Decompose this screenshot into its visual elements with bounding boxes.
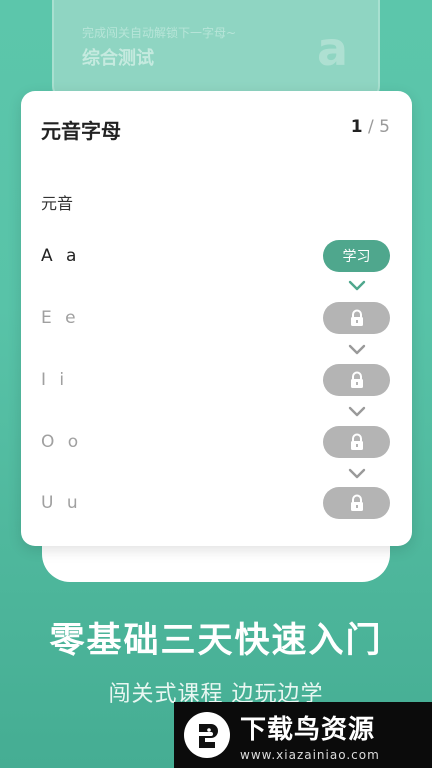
lock-icon xyxy=(350,494,363,511)
letter-pair: U u xyxy=(41,493,82,513)
letter-row-i: I i xyxy=(21,364,412,398)
learn-button[interactable]: 学习 xyxy=(323,240,390,272)
watermark-banner: 下载鸟资源 www.xiazainiao.com xyxy=(174,702,432,768)
section-label: 元音 xyxy=(41,194,74,213)
background-card-letter: a xyxy=(316,22,348,76)
letter-row-o: O o xyxy=(21,426,412,460)
chevron-down-icon xyxy=(348,468,366,479)
background-card-title: 综合测试 xyxy=(82,48,154,69)
letter-row-a: A a 学习 xyxy=(21,240,412,274)
letter-pair: O o xyxy=(41,432,83,452)
lock-icon xyxy=(350,309,363,326)
letter-row-e: E e xyxy=(21,302,412,336)
watermark-url: www.xiazainiao.com xyxy=(240,747,380,762)
background-card-hint: 完成闯关自动解锁下一字母~ xyxy=(82,26,237,40)
page-current: 1 xyxy=(350,117,363,137)
letter-pair: A a xyxy=(41,246,81,266)
bird-logo-icon xyxy=(184,712,230,758)
chevron-down-icon xyxy=(348,344,366,355)
locked-button[interactable] xyxy=(323,426,390,458)
locked-button[interactable] xyxy=(323,302,390,334)
locked-button[interactable] xyxy=(323,364,390,396)
letter-pair: E e xyxy=(41,308,80,328)
letter-row-u: U u xyxy=(21,487,412,521)
slogan-headline: 零基础三天快速入门 xyxy=(49,621,383,661)
chevron-down-icon xyxy=(348,280,366,291)
letter-pair: I i xyxy=(41,370,69,390)
page-total: 5 xyxy=(379,117,390,137)
page-separator: / xyxy=(368,117,374,137)
chevron-down-icon xyxy=(348,406,366,417)
lesson-card: 元音字母 1 / 5 元音 A a 学习 E e I i O o U u xyxy=(21,91,412,546)
lock-icon xyxy=(350,433,363,450)
watermark-name: 下载鸟资源 xyxy=(240,714,376,745)
page-indicator: 1 / 5 xyxy=(351,117,390,137)
background-card: 完成闯关自动解锁下一字母~ 综合测试 a xyxy=(52,0,380,100)
card-title: 元音字母 xyxy=(41,119,121,143)
lock-icon xyxy=(350,371,363,388)
locked-button[interactable] xyxy=(323,487,390,519)
learn-button-label: 学习 xyxy=(342,249,371,265)
